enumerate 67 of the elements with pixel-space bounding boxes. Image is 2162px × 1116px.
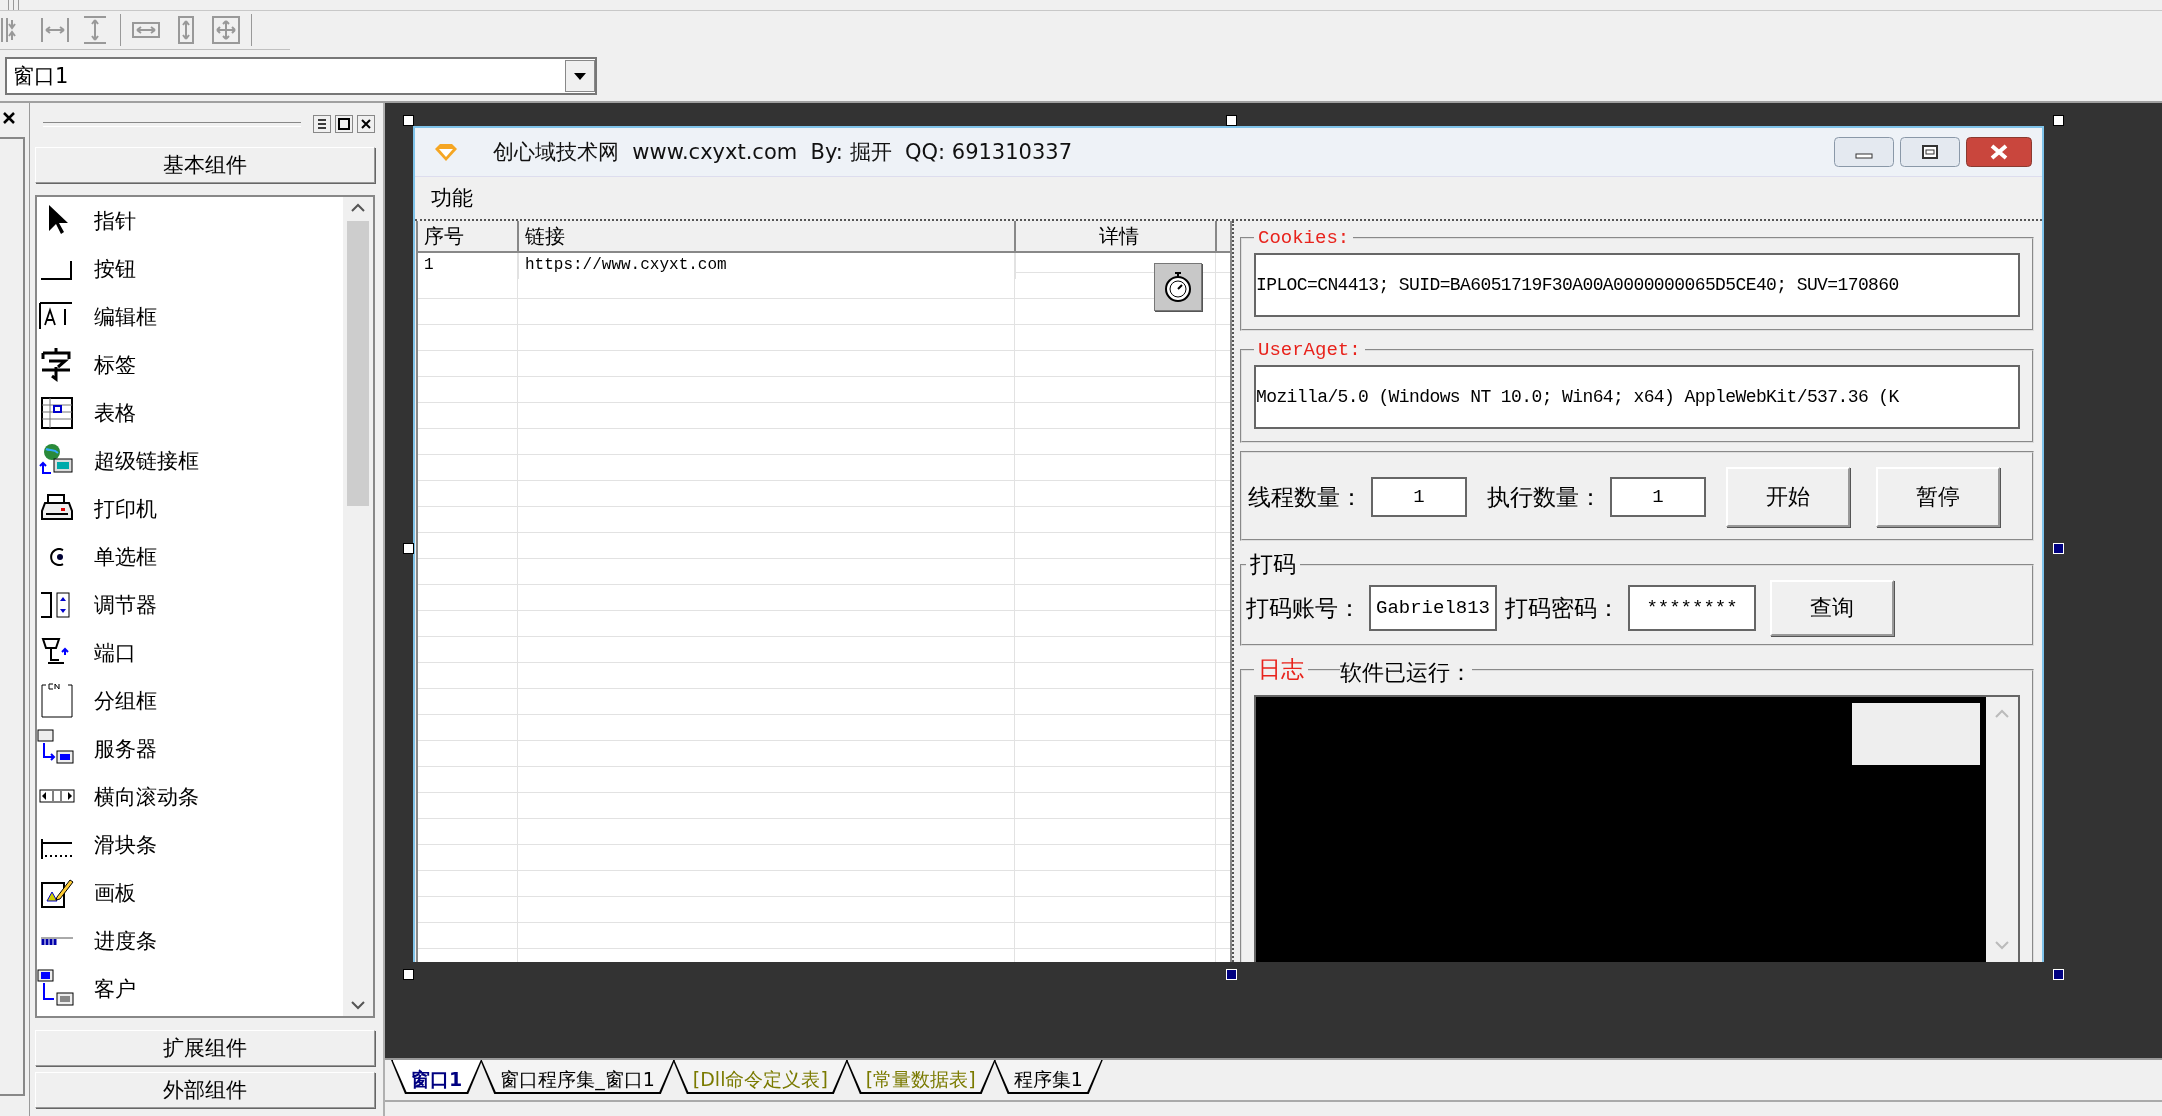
query-button[interactable]: 查询	[1770, 580, 1894, 636]
minimize-icon[interactable]	[1834, 137, 1894, 167]
component-item[interactable]: 按钮	[37, 245, 343, 293]
editor-tab[interactable]: [Dll命令定义表]	[672, 1060, 848, 1094]
resize-handle[interactable]	[1226, 115, 1237, 126]
password-field[interactable]: ********	[1628, 585, 1756, 631]
component-item[interactable]: 编辑框	[37, 293, 343, 341]
user-agent-field[interactable]: Mozilla/5.0 (Windows NT 10.0; Win64; x64) AppleWebKit/537.36 (K	[1254, 365, 2020, 429]
editor-tab[interactable]: 程序集1	[993, 1060, 1103, 1094]
component-item[interactable]: 标签	[37, 341, 343, 389]
component-item[interactable]: 横向滚动条	[37, 773, 343, 821]
component-item[interactable]: 指针	[37, 197, 343, 245]
thread-count-field[interactable]: 1	[1371, 477, 1467, 517]
close-icon[interactable]	[1966, 137, 2032, 167]
window-selector-dropdown[interactable]: 窗口1	[5, 57, 597, 95]
component-item[interactable]: 画板	[37, 869, 343, 917]
component-item[interactable]: 进度条	[37, 917, 343, 965]
column-header: 详情	[1016, 221, 1217, 251]
stopwatch-icon[interactable]	[1162, 270, 1194, 304]
column-header: 链接	[519, 221, 1016, 251]
editor-tab[interactable]: [常量数据表]	[845, 1060, 996, 1094]
component-item[interactable]: 打印机	[37, 485, 343, 533]
component-item[interactable]: 滑块条	[37, 821, 343, 869]
field-label: 打码密码：	[1505, 593, 1620, 623]
group-title: UserAget:	[1257, 339, 1362, 361]
group-title: 日志	[1257, 655, 1305, 684]
component-item[interactable]: 表格	[37, 389, 343, 437]
cookie-field[interactable]: IPLOC=CN4413; SUID=BA6051719F30A00A0000000065D5CE40; SUV=170860	[1254, 253, 2020, 317]
detail-button[interactable]	[1154, 263, 1202, 311]
start-button[interactable]: 开始	[1726, 467, 1850, 527]
field-label: 打码账号：	[1246, 593, 1361, 623]
component-item[interactable]: 调节器	[37, 581, 343, 629]
resize-handle[interactable]	[403, 543, 414, 554]
field-label: 执行数量：	[1487, 482, 1602, 512]
execution-count-field[interactable]: 1	[1610, 477, 1706, 517]
column-header: 序号	[418, 221, 519, 251]
component-item[interactable]: 单选框	[37, 533, 343, 581]
pause-button[interactable]: 暂停	[1876, 467, 2000, 527]
component-item[interactable]: 服务器	[37, 725, 343, 773]
account-field[interactable]: Gabriel813	[1369, 585, 1497, 631]
component-item[interactable]: 端口	[37, 629, 343, 677]
menu-item[interactable]: 功能	[427, 184, 477, 212]
maximize-icon[interactable]	[1900, 137, 1960, 167]
component-item[interactable]: 分组框	[37, 677, 343, 725]
table-cell: 1	[418, 253, 519, 279]
resize-handle[interactable]	[2053, 115, 2064, 126]
maximize-icon[interactable]	[335, 115, 353, 133]
editor-tab[interactable]: 窗口程序集_窗口1	[480, 1060, 675, 1094]
component-item[interactable]: 客户	[37, 965, 343, 1013]
table-cell: https://www.cxyxt.com	[519, 253, 1016, 279]
window-title: 创心域技术网 www.cxyxt.com By: 掘开 QQ: 691310337	[493, 139, 1073, 166]
component-group-button[interactable]: 外部组件	[35, 1072, 375, 1108]
component-group-button[interactable]: 扩展组件	[35, 1030, 375, 1066]
resize-handle[interactable]	[403, 969, 414, 980]
radio-button-icon	[49, 548, 65, 566]
group-title: Cookies:	[1257, 227, 1351, 249]
field-label: 线程数量：	[1248, 482, 1363, 512]
resize-handle[interactable]	[403, 115, 414, 126]
component-group-button[interactable]: 基本组件	[35, 147, 375, 183]
progress-bar-icon	[41, 936, 73, 946]
component-item[interactable]: 超级链接框	[37, 437, 343, 485]
scroll-thumb[interactable]	[347, 221, 369, 506]
close-icon[interactable]	[357, 115, 375, 133]
group-title: 打码	[1249, 550, 1297, 579]
menu-icon[interactable]	[313, 115, 331, 133]
diamond-logo-icon	[433, 142, 459, 162]
editor-tab[interactable]: 窗口1	[391, 1060, 483, 1094]
